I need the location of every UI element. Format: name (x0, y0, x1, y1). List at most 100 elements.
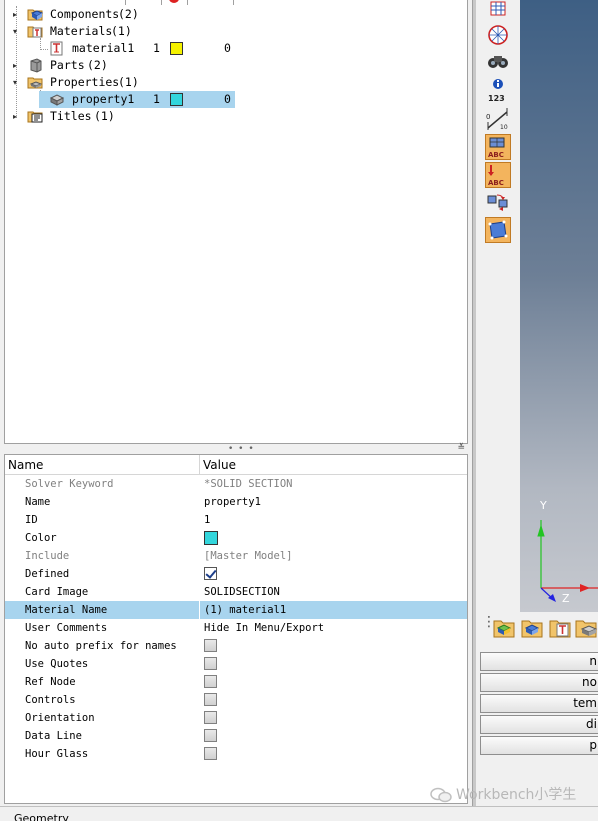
ref-node-checkbox[interactable] (204, 675, 217, 688)
tree-item-id: 1 (153, 41, 160, 55)
property-name: Controls (25, 694, 76, 706)
defined-checkbox[interactable] (204, 567, 217, 580)
measure-icon[interactable]: 0 10 (485, 106, 511, 132)
tree-item-materials[interactable]: ▾ Materials (1) (5, 23, 467, 40)
numbering-icon[interactable]: 123 (485, 76, 511, 103)
tree-item-id: 1 (153, 92, 160, 106)
properties-folder-icon (27, 75, 43, 90)
property-name: Ref Node (25, 676, 76, 688)
property-name: Solver Keyword (25, 478, 114, 490)
material-browser-icon[interactable] (548, 616, 572, 640)
property-row-material-name[interactable]: Material Name (1) material1 (5, 601, 467, 619)
entity-editor: Name Value Solver Keyword *SOLID SECTION… (4, 454, 468, 804)
property-row-user-comments[interactable]: User Comments Hide In Menu/Export (5, 619, 467, 637)
expand-icon[interactable]: ▸ (13, 108, 21, 125)
double-chevron-down-icon[interactable]: ≚ (457, 443, 465, 453)
tree-item-count: (1) (94, 109, 115, 123)
data-line-checkbox[interactable] (204, 729, 217, 742)
tree-item-label: Parts (50, 58, 85, 72)
property-row-card-image[interactable]: Card Image SOLIDSECTION (5, 583, 467, 601)
property-row-controls[interactable]: Controls (5, 691, 467, 709)
property-row-color[interactable]: Color (5, 529, 467, 547)
expand-icon[interactable]: ▸ (13, 6, 21, 23)
property-row-orientation[interactable]: Orientation (5, 709, 467, 727)
tree-item-components[interactable]: ▸ Components (2) (5, 6, 467, 23)
collapse-icon[interactable]: ▾ (13, 74, 21, 91)
color-swatch[interactable] (170, 42, 183, 55)
tree-item-property1[interactable]: property1 1 0 (5, 91, 467, 108)
vertical-divider[interactable] (472, 0, 476, 806)
property-value[interactable]: property1 (204, 493, 261, 511)
transform-icon[interactable] (485, 190, 511, 216)
tree-item-parts[interactable]: ▸ Parts (2) (5, 57, 467, 74)
property-row-name[interactable]: Name property1 (5, 493, 467, 511)
mesh-sphere-icon[interactable] (485, 22, 511, 48)
property-row-hour-glass[interactable]: Hour Glass (5, 745, 467, 763)
vertical-toolbar: 123 0 10 ABC ABC (478, 0, 518, 614)
color-swatch[interactable] (204, 531, 218, 545)
no-auto-prefix-checkbox[interactable] (204, 639, 217, 652)
browser-toolbar: ⋮ (478, 612, 598, 646)
splitter-grip-icon[interactable]: • • • (228, 444, 255, 454)
hour-glass-checkbox[interactable] (204, 747, 217, 760)
column-header-name: Name (8, 458, 44, 472)
property-value[interactable]: SOLIDSECTION (204, 583, 280, 601)
surface-edit-icon[interactable] (485, 217, 511, 243)
axis-label-y: Y (540, 499, 547, 512)
tree-item-value: 0 (224, 92, 231, 106)
property-value[interactable]: Hide In Menu/Export (204, 619, 324, 637)
panel-button-3[interactable]: tem (480, 694, 598, 713)
assembly-browser-icon[interactable] (520, 616, 544, 640)
property-value[interactable]: 1 (204, 511, 210, 529)
use-quotes-checkbox[interactable] (204, 657, 217, 670)
property-row-data-line[interactable]: Data Line (5, 727, 467, 745)
tree-item-value: 0 (224, 41, 231, 55)
expand-icon[interactable]: ▸ (13, 57, 21, 74)
wechat-icon (430, 787, 452, 803)
property-icon (49, 92, 65, 107)
panel-button-5[interactable]: p (480, 736, 598, 755)
browser-tab-icon[interactable] (169, 0, 179, 3)
tree-item-titles[interactable]: ▸ Titles (1) (5, 108, 467, 125)
controls-checkbox[interactable] (204, 693, 217, 706)
find-binoculars-icon[interactable] (485, 50, 511, 76)
property-name: User Comments (25, 622, 108, 634)
browser-tabs[interactable] (125, 0, 235, 5)
components-folder-icon (27, 7, 44, 22)
property-row-use-quotes[interactable]: Use Quotes (5, 655, 467, 673)
graphics-viewport[interactable]: Y Z (520, 0, 598, 612)
orientation-checkbox[interactable] (204, 711, 217, 724)
titles-folder-icon (27, 109, 43, 124)
property-value[interactable]: (1) material1 (204, 601, 286, 619)
panel-button-2[interactable]: no (480, 673, 598, 692)
collapse-icon[interactable]: ▾ (13, 23, 21, 40)
tree-item-label: Materials (50, 24, 113, 38)
status-text: Geometry (14, 812, 69, 821)
property-name: Defined (25, 568, 70, 580)
property-row-no-auto-prefix[interactable]: No auto prefix for names (5, 637, 467, 655)
property-name: No auto prefix for names (25, 640, 177, 652)
property-name: Name (25, 496, 51, 508)
tree-item-material1[interactable]: material1 1 0 (5, 40, 467, 57)
property-name: Color (25, 532, 57, 544)
property-row-ref-node[interactable]: Ref Node (5, 673, 467, 691)
property-row-id[interactable]: ID 1 (5, 511, 467, 529)
property-name: Hour Glass (25, 748, 89, 760)
card-edit-icon[interactable]: ABC (485, 134, 511, 160)
color-swatch[interactable] (170, 93, 183, 106)
entity-editor-header: Name Value (5, 455, 467, 475)
panel-button-1[interactable]: n (480, 652, 598, 671)
tree-item-label: Properties (50, 75, 120, 89)
property-name: Orientation (25, 712, 95, 724)
model-browser-panel: ▸ Components (2) ▾ Materials (1) materia… (0, 0, 470, 806)
tree-item-properties[interactable]: ▾ Properties (1) (5, 74, 467, 91)
components-browser-icon[interactable] (492, 616, 516, 640)
property-browser-icon[interactable] (574, 616, 598, 640)
panel-splitter[interactable]: • • • ≚ (4, 443, 468, 454)
property-name: Use Quotes (25, 658, 89, 670)
label-down-icon[interactable]: ABC (485, 162, 511, 188)
axis-label-z: Z (562, 592, 570, 605)
tree-item-label: material1 (72, 41, 135, 55)
property-row-defined[interactable]: Defined (5, 565, 467, 583)
panel-button-4[interactable]: di (480, 715, 598, 734)
